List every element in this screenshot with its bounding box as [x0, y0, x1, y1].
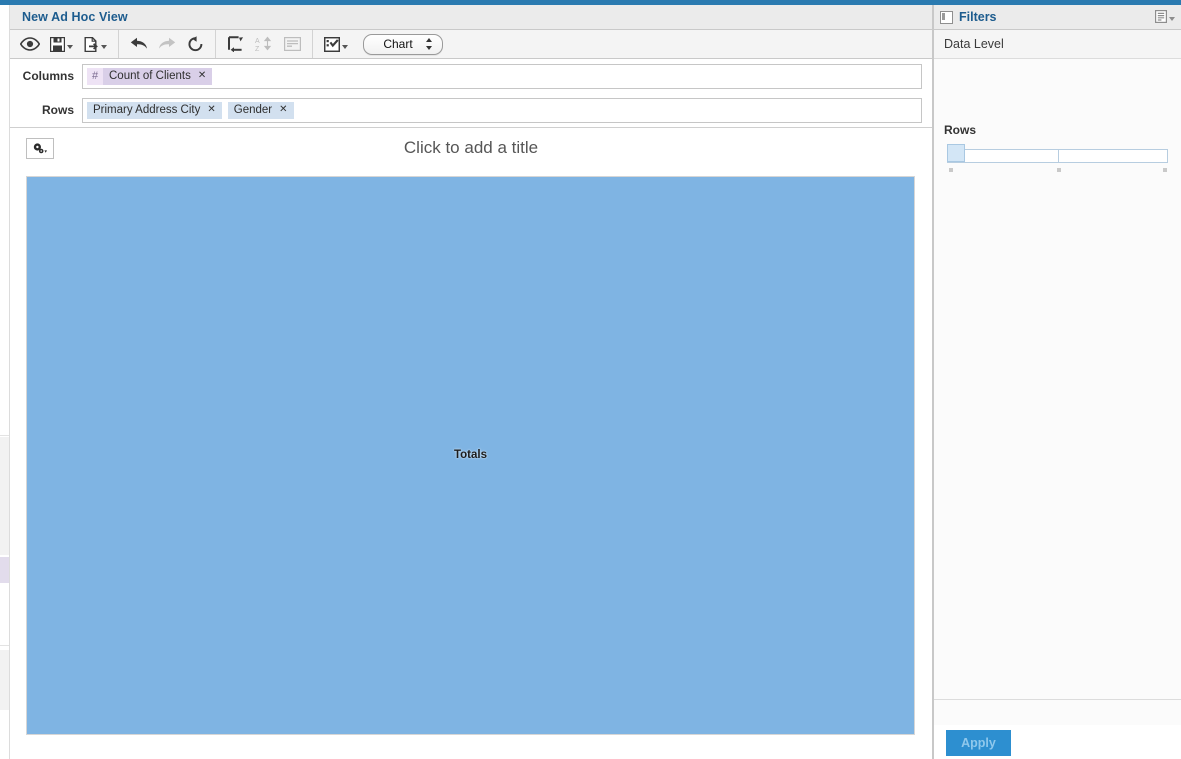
- columns-shelf: Columns # Count of Clients ✕: [10, 59, 932, 93]
- data-level-row[interactable]: Data Level: [934, 30, 1181, 59]
- page-options-icon[interactable]: [278, 31, 306, 57]
- chart-plot-area[interactable]: Totals: [26, 176, 915, 735]
- toolbar-group-display: Chart: [313, 30, 449, 58]
- filters-panel: Filters Data Level Rows Apply: [934, 5, 1181, 759]
- filters-footer: Apply: [934, 725, 1181, 759]
- preview-eye-icon[interactable]: [16, 31, 44, 57]
- redo-icon[interactable]: [153, 31, 181, 57]
- toolbar-group-file: [10, 30, 119, 58]
- filters-panel-title: Filters: [959, 10, 997, 24]
- page-title: New Ad Hoc View: [22, 10, 128, 24]
- ad-hoc-view-app: New Ad Hoc View A Z Chart Columns # Coun…: [0, 0, 1181, 759]
- data-level-label: Data Level: [944, 37, 1004, 51]
- svg-text:Z: Z: [255, 46, 260, 52]
- filters-body: Rows Custom Filter Expression: [934, 59, 1181, 759]
- data-level-slider[interactable]: [947, 144, 1168, 172]
- chart-canvas: Click to add a title Totals: [10, 127, 932, 759]
- chart-canvas-header: Click to add a title: [10, 128, 932, 172]
- main-toolbar: A Z Chart: [10, 30, 932, 59]
- measure-type-icon: #: [87, 67, 103, 85]
- save-icon[interactable]: [44, 31, 78, 57]
- toolbar-group-history: [119, 30, 216, 58]
- collapsed-left-panel-rail[interactable]: [0, 5, 10, 759]
- toolbar-group-layout: A Z: [216, 30, 313, 58]
- filters-panel-header: Filters: [934, 5, 1181, 30]
- chip-label: Count of Clients: [109, 70, 191, 82]
- apply-button[interactable]: Apply: [946, 730, 1011, 756]
- editor-pane: New Ad Hoc View A Z Chart Columns # Coun…: [10, 5, 933, 759]
- sort-icon[interactable]: A Z: [250, 31, 278, 57]
- rail-segment: [0, 30, 9, 436]
- chart-title-placeholder[interactable]: Click to add a title: [10, 138, 932, 158]
- rows-shelf-label: Rows: [41, 103, 74, 117]
- field-chip-count-of-clients[interactable]: Count of Clients ✕: [103, 67, 213, 85]
- rail-segment: [0, 437, 9, 555]
- chip-remove-icon[interactable]: ✕: [279, 105, 287, 115]
- list-menu-icon[interactable]: [1155, 10, 1175, 23]
- field-chip-primary-address-city[interactable]: Primary Address City ✕: [87, 101, 222, 119]
- filter-group-label-rows: Rows: [944, 123, 977, 137]
- panel-collapse-icon[interactable]: [940, 10, 953, 24]
- chip-label: Gender: [233, 104, 273, 116]
- rows-drop-zone[interactable]: Primary Address City ✕ Gender ✕: [82, 97, 922, 123]
- chevron-down-icon: [100, 45, 107, 49]
- svg-text:A: A: [255, 38, 260, 45]
- switch-group-icon[interactable]: [222, 31, 250, 57]
- chevron-down-icon: [1169, 16, 1175, 21]
- slider-track[interactable]: [947, 149, 1168, 163]
- chip-remove-icon[interactable]: ✕: [207, 105, 215, 115]
- rows-shelf: Rows Primary Address City ✕ Gender ✕: [10, 93, 932, 127]
- chip-label: Primary Address City: [93, 104, 201, 116]
- revert-icon[interactable]: [181, 31, 209, 57]
- select-arrows-icon: [426, 37, 433, 52]
- columns-drop-zone[interactable]: # Count of Clients ✕: [82, 63, 922, 89]
- rail-segment: [0, 585, 9, 646]
- view-title-bar: New Ad Hoc View: [10, 5, 932, 30]
- chip-remove-icon[interactable]: ✕: [198, 71, 206, 81]
- chart-totals-label: Totals: [453, 449, 487, 461]
- view-type-select[interactable]: Chart: [363, 33, 443, 55]
- columns-shelf-label: Columns: [22, 69, 74, 83]
- slider-tick-marks: [947, 168, 1168, 173]
- undo-icon[interactable]: [125, 31, 153, 57]
- display-select-icon[interactable]: [319, 31, 353, 57]
- export-icon[interactable]: [78, 31, 112, 57]
- slider-handle[interactable]: [947, 144, 965, 162]
- rail-segment-highlighted: [0, 557, 9, 583]
- rail-segment: [0, 650, 9, 710]
- chevron-down-icon: [342, 45, 348, 49]
- chevron-down-icon: [66, 45, 73, 49]
- field-chip-gender[interactable]: Gender ✕: [227, 101, 294, 119]
